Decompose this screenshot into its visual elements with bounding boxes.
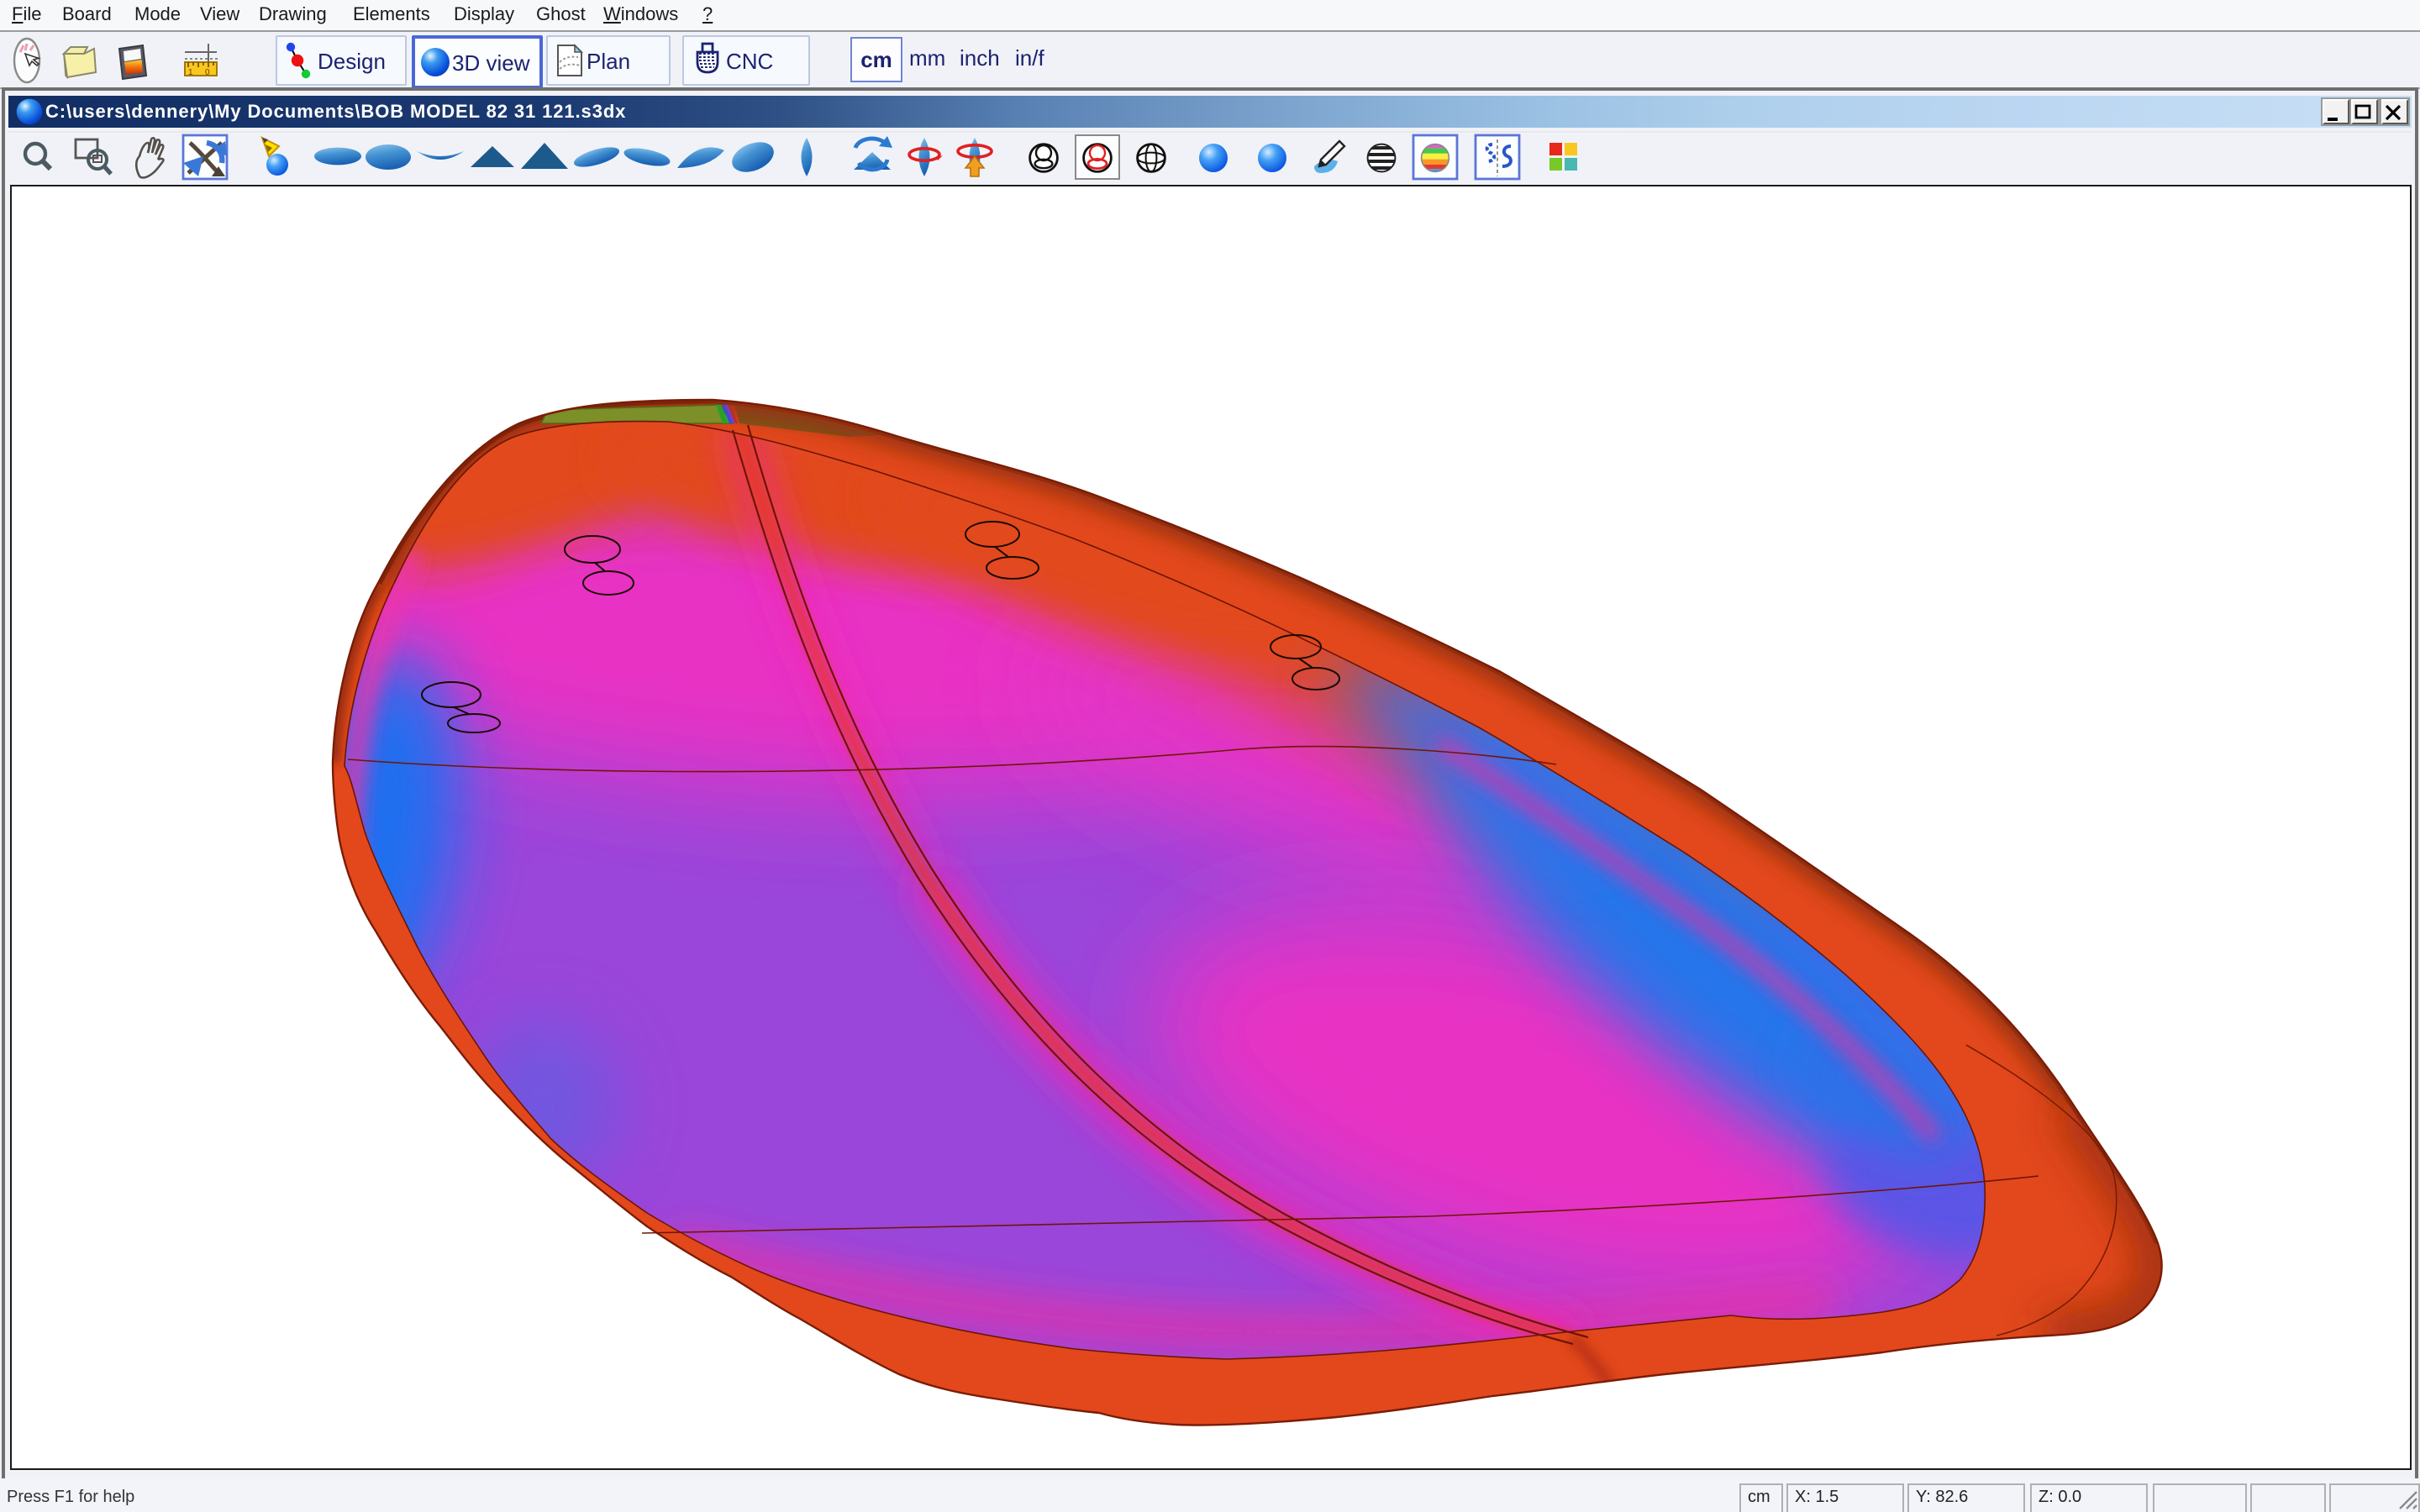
svg-text:1: 1	[188, 68, 193, 77]
svg-text:0: 0	[205, 68, 210, 77]
